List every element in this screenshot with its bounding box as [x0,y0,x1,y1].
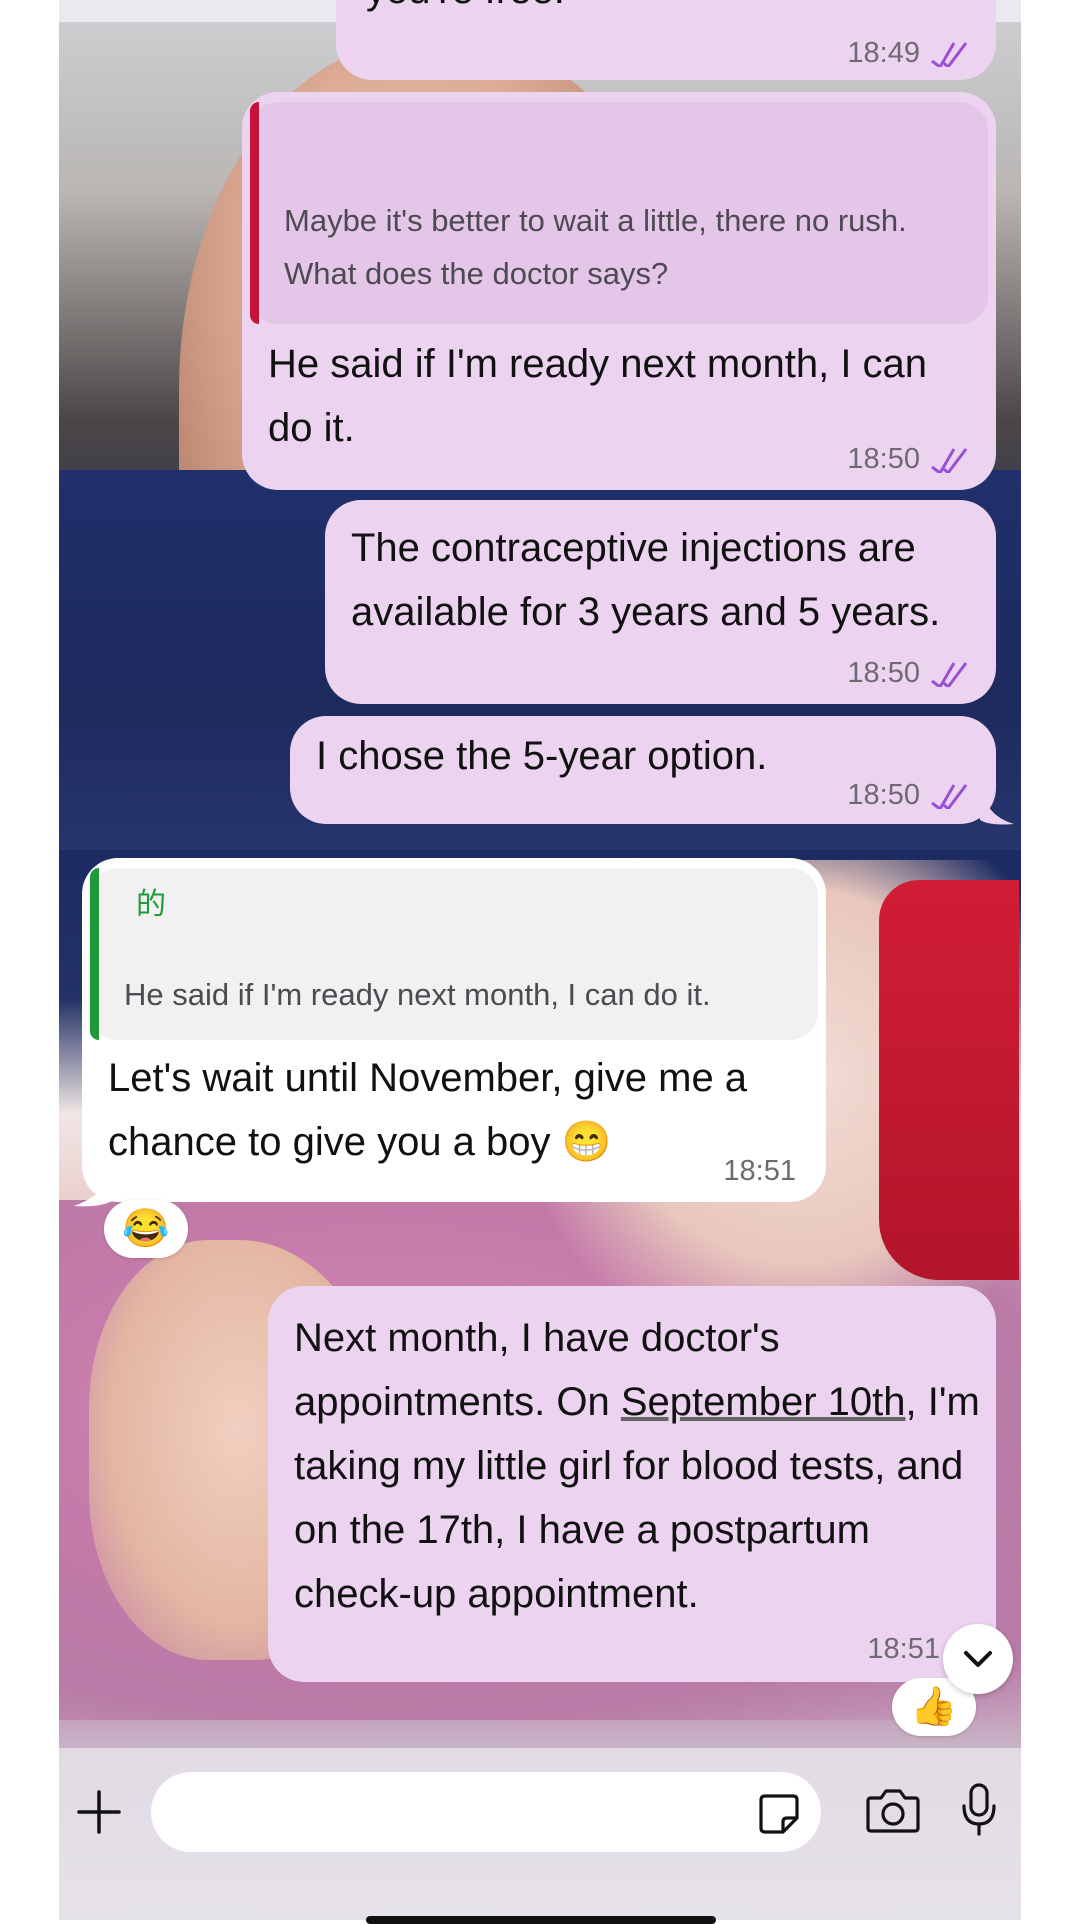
date-link[interactable]: September 10th [621,1380,906,1424]
message-text: I chose the 5-year option. [316,734,768,778]
message-time: 18:49 [847,37,920,69]
message-meta: 18:50 [847,442,972,476]
message-meta: 18:49 [847,36,972,70]
microphone-icon[interactable] [959,1782,999,1838]
message-time: 18:51 [867,1633,940,1665]
sticker-icon[interactable] [757,1792,801,1836]
message-bubble-incoming[interactable]: 的 He said if I'm ready next month, I can… [82,858,826,1202]
message-time: 18:50 [847,443,920,475]
message-meta: 18:51 [723,1154,796,1188]
read-ticks-icon [931,662,968,687]
message-time: 18:50 [847,657,920,689]
message-bubble-outgoing[interactable]: The contraceptive injections are availab… [325,500,996,704]
message-text: you're free. [366,0,565,22]
quote-bar [250,102,259,324]
message-bubble-outgoing[interactable]: you're free. 18:49 [336,0,996,80]
camera-icon[interactable] [865,1786,921,1834]
message-bubble-outgoing[interactable]: Next month, I have doctor's appointments… [268,1286,996,1682]
quote-bar [90,868,99,1040]
message-text: Let's wait until November, give me a cha… [108,1056,748,1164]
message-bubble-outgoing[interactable]: I chose the 5-year option. 18:50 [290,716,996,824]
bubble-tail [980,786,1014,825]
read-ticks-icon [931,448,968,473]
home-indicator [366,1916,716,1924]
message-text: The contraceptive injections are availab… [351,526,941,634]
read-ticks-icon [931,42,968,67]
message-composer [59,1748,1021,1920]
message-input[interactable] [151,1772,821,1852]
read-ticks-icon [931,784,968,809]
quoted-message[interactable]: 的 He said if I'm ready next month, I can… [90,868,818,1040]
scroll-to-bottom-button[interactable] [943,1624,1013,1694]
background-photo-bow [879,880,1019,1280]
message-time: 18:50 [847,779,920,811]
message-bubble-outgoing[interactable]: Maybe it's better to wait a little, ther… [242,92,996,490]
quoted-text: Maybe it's better to wait a little, ther… [284,203,907,291]
message-time: 18:51 [723,1155,796,1187]
message-text: Next month, I have doctor's appointments… [294,1306,984,1626]
message-meta: 18:50 [847,656,972,690]
quoted-author: 的 [136,888,166,921]
plus-icon[interactable] [75,1788,123,1836]
message-reaction[interactable]: 😂 [104,1200,188,1258]
message-text: He said if I'm ready next month, I can d… [268,342,928,450]
message-meta: 18:50 [847,778,972,812]
quoted-text: He said if I'm ready next month, I can d… [124,977,711,1012]
chevron-down-icon [964,1651,992,1667]
quoted-message[interactable]: Maybe it's better to wait a little, ther… [250,102,988,324]
message-meta: 18:51 [867,1632,940,1666]
bubble-tail [74,1164,114,1207]
